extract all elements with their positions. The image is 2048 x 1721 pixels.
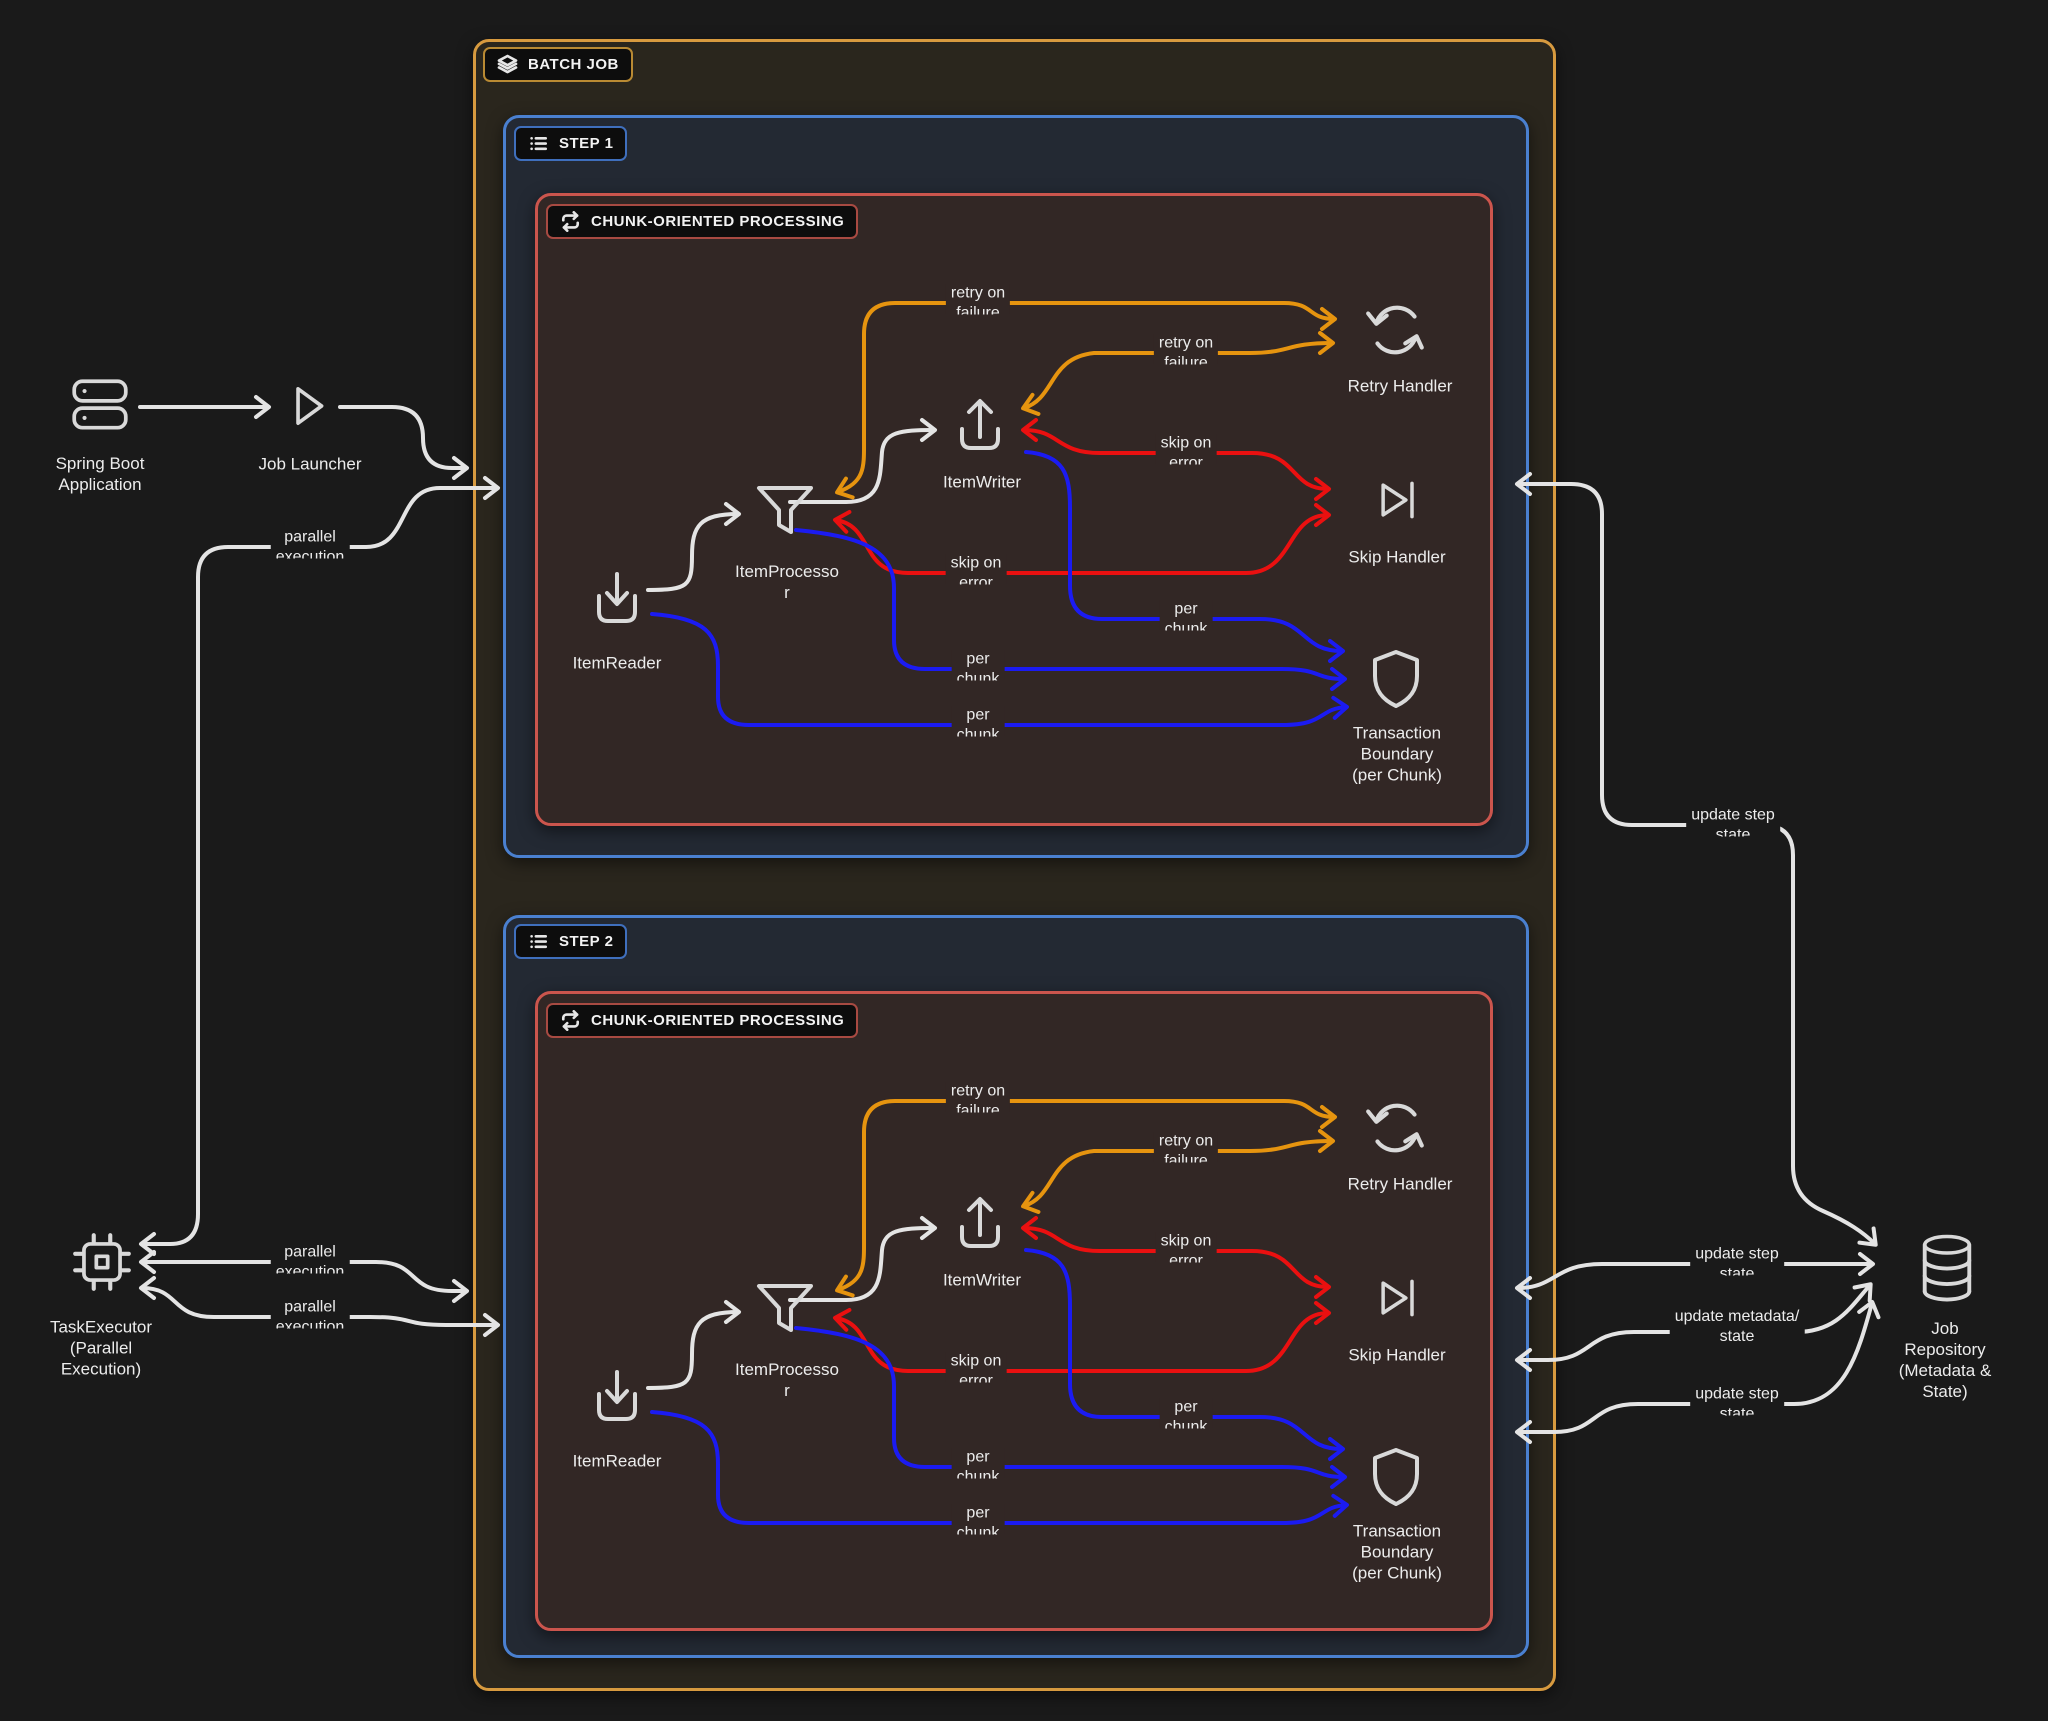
edge-label-per-chunk: per chunk — [952, 1504, 1005, 1535]
shield-icon — [1364, 1444, 1428, 1510]
task-executor-label: TaskExecutor (Parallel Execution) — [50, 1317, 152, 1380]
edge-label-retry-on-failure: retry on failure — [946, 284, 1010, 315]
funnel-icon — [753, 479, 817, 543]
funnel-icon — [753, 1277, 817, 1341]
edge-label-skip-on-error: skip on error — [946, 1352, 1007, 1383]
step2-chip: STEP 2 — [514, 924, 627, 959]
skip-handler-label: Skip Handler — [1348, 547, 1445, 568]
edge-label-retry-on-failure: retry on failure — [1154, 1132, 1218, 1163]
retry-handler-label: Retry Handler — [1348, 376, 1453, 397]
edge-label-per-chunk: per chunk — [1160, 600, 1213, 631]
edge-label-skip-on-error: skip on error — [946, 554, 1007, 585]
edge-label-per-chunk: per chunk — [952, 650, 1005, 681]
shield-icon — [1364, 646, 1428, 712]
item-reader-label: ItemReader — [573, 1451, 662, 1472]
edge-step1-repository — [1518, 484, 1875, 1244]
batch-job-chip-label: BATCH JOB — [528, 56, 619, 73]
batch-job-chip: BATCH JOB — [483, 47, 633, 82]
chunk1-box — [535, 193, 1493, 826]
transaction-boundary-label: Transaction Boundary (per Chunk) — [1352, 723, 1442, 786]
edge-label-update-step-state: update step state — [1686, 806, 1780, 837]
item-reader-icon — [585, 1367, 649, 1431]
step1-chip: STEP 1 — [514, 126, 627, 161]
database-icon — [1916, 1233, 1978, 1305]
edge-label-retry-on-failure: retry on failure — [1154, 334, 1218, 365]
item-reader-label: ItemReader — [573, 653, 662, 674]
edge-label-update-step-state: update step state — [1690, 1245, 1784, 1276]
item-reader-icon — [585, 569, 649, 633]
chunk2-box — [535, 991, 1493, 1631]
chunk2-chip: CHUNK-ORIENTED PROCESSING — [546, 1003, 858, 1038]
edge-label-update-step-state: update step state — [1690, 1385, 1784, 1416]
server-icon — [67, 372, 133, 438]
retry-icon — [1363, 1095, 1429, 1161]
step1-chip-label: STEP 1 — [559, 135, 613, 152]
layers-icon — [497, 54, 518, 75]
diagram-canvas: BATCH JOB STEP 1 CHUNK-ORIENTED PROCESSI… — [0, 0, 2048, 1721]
retry-icon — [1363, 297, 1429, 363]
play-icon — [279, 377, 337, 435]
cycle-icon — [560, 211, 581, 232]
chunk2-chip-label: CHUNK-ORIENTED PROCESSING — [591, 1012, 844, 1029]
edge-taskexecutor-step1 — [142, 488, 497, 1244]
cycle-icon — [560, 1010, 581, 1031]
edge-label-retry-on-failure: retry on failure — [946, 1082, 1010, 1113]
chunk1-chip-label: CHUNK-ORIENTED PROCESSING — [591, 213, 844, 230]
edge-label-per-chunk: per chunk — [952, 706, 1005, 737]
job-launcher-label: Job Launcher — [258, 454, 361, 475]
edge-label-parallel-execution: parallel execution — [271, 528, 350, 559]
edge-label-skip-on-error: skip on error — [1156, 434, 1217, 465]
edge-label-parallel-execution: parallel execution — [271, 1243, 350, 1274]
item-processor-label: ItemProcessor — [734, 561, 840, 603]
list-icon — [528, 931, 549, 952]
transaction-boundary-label: Transaction Boundary (per Chunk) — [1352, 1521, 1442, 1584]
list-icon — [528, 133, 549, 154]
item-writer-icon — [948, 393, 1012, 457]
item-writer-icon — [948, 1191, 1012, 1255]
cpu-icon — [69, 1229, 135, 1295]
edge-label-update-metadata-state: update metadata/ state — [1670, 1307, 1805, 1347]
edge-label-per-chunk: per chunk — [1160, 1398, 1213, 1429]
edge-label-per-chunk: per chunk — [952, 1448, 1005, 1479]
edge-label-parallel-execution: parallel execution — [271, 1298, 350, 1329]
skip-icon — [1370, 472, 1426, 528]
chunk1-chip: CHUNK-ORIENTED PROCESSING — [546, 204, 858, 239]
edge-label-skip-on-error: skip on error — [1156, 1232, 1217, 1263]
step2-chip-label: STEP 2 — [559, 933, 613, 950]
retry-handler-label: Retry Handler — [1348, 1174, 1453, 1195]
item-writer-label: ItemWriter — [943, 472, 1021, 493]
skip-handler-label: Skip Handler — [1348, 1345, 1445, 1366]
item-processor-label: ItemProcessor — [734, 1359, 840, 1401]
skip-icon — [1370, 1270, 1426, 1326]
job-repository-label: Job Repository (Metadata & State) — [1899, 1318, 1992, 1402]
item-writer-label: ItemWriter — [943, 1270, 1021, 1291]
spring-boot-label: Spring Boot Application — [56, 453, 145, 495]
